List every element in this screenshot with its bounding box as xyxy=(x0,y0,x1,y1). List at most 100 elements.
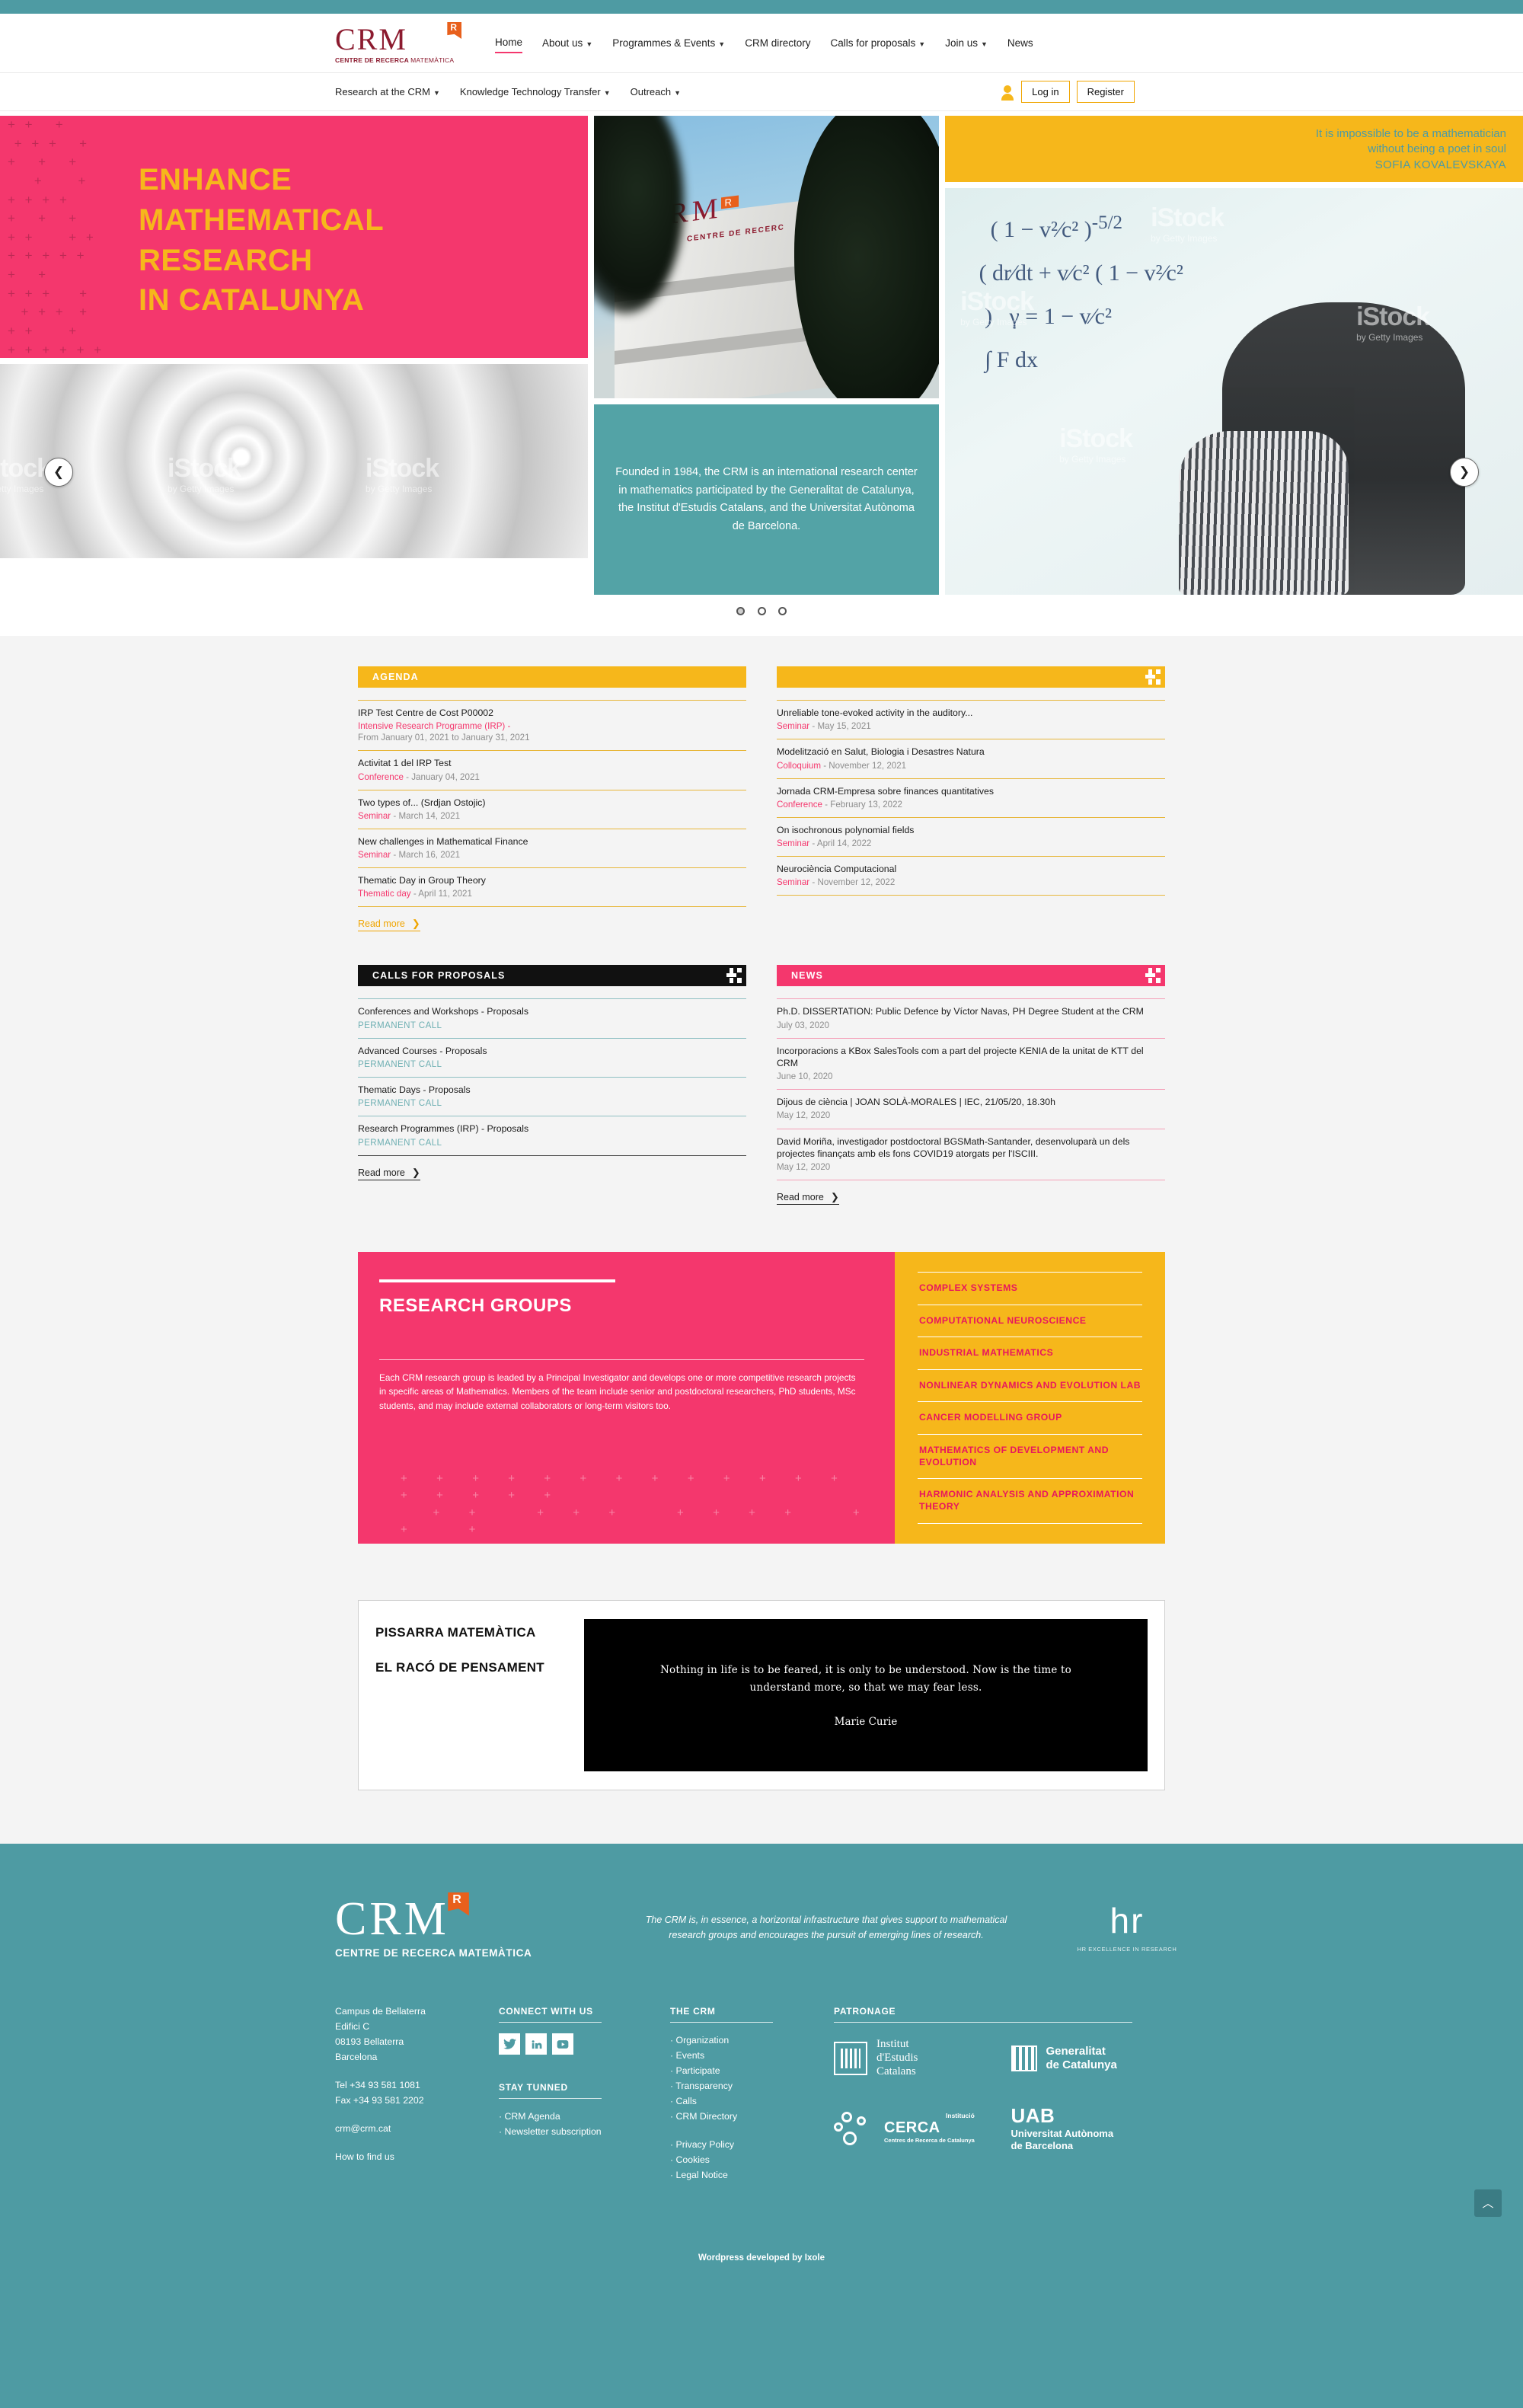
patron-generalitat-de-catalunya[interactable]: Generalitat de Catalunya xyxy=(1011,2038,1189,2078)
agenda-header: AGENDA xyxy=(358,666,746,688)
logo-subtitle: CENTRE DE RECERCA MATEMÀTICA xyxy=(335,56,465,64)
news-item-date: June 10, 2020 xyxy=(777,1071,833,1082)
agenda-item[interactable]: IRP Test Centre de Cost P00002 Intensive… xyxy=(358,700,746,750)
agenda-item-meta: Seminar - November 12, 2022 xyxy=(777,877,1165,888)
footer-how-to-find-us-link[interactable]: How to find us xyxy=(335,2150,499,2165)
footer-link-privacy-policy[interactable]: Privacy Policy xyxy=(670,2138,834,2153)
plus-decoration-icon xyxy=(1145,968,1161,984)
research-group-item[interactable]: HARMONIC ANALYSIS AND APPROXIMATION THEO… xyxy=(918,1478,1142,1524)
nav-item-research-at-the-crm[interactable]: Research at the CRM ▼ xyxy=(335,83,440,101)
nav-item-home[interactable]: Home xyxy=(495,34,523,53)
pissarra-heading-2: EL RACÓ DE PENSAMENT xyxy=(375,1660,544,1675)
patron-name-line: de Catalunya xyxy=(1046,2058,1117,2071)
agenda-item[interactable]: Activitat 1 del IRP Test Conference - Ja… xyxy=(358,750,746,789)
agenda-item[interactable]: Unreliable tone-evoked activity in the a… xyxy=(777,700,1165,739)
site-logo[interactable]: CRM R CENTRE DE RECERCA MATEMÀTICA xyxy=(335,22,465,64)
news-item-date: May 12, 2020 xyxy=(777,1110,831,1121)
nav-item-knowledge-technology-transfer[interactable]: Knowledge Technology Transfer ▼ xyxy=(460,83,611,101)
news-item[interactable]: David Moriña, investigador postdoctoral … xyxy=(777,1128,1165,1181)
iec-shield-icon xyxy=(834,2041,867,2075)
agenda-item[interactable]: New challenges in Mathematical Finance S… xyxy=(358,828,746,867)
carousel-dot-3[interactable] xyxy=(777,607,787,615)
tree-foreground xyxy=(793,116,940,399)
news-item[interactable]: Ph.D. DISSERTATION: Public Defence by Ví… xyxy=(777,998,1165,1037)
research-group-item[interactable]: COMPLEX SYSTEMS xyxy=(918,1272,1142,1305)
social-links xyxy=(499,2033,670,2055)
research-group-item[interactable]: NONLINEAR DYNAMICS AND EVOLUTION LAB xyxy=(918,1368,1142,1402)
linkedin-icon[interactable] xyxy=(525,2033,547,2055)
agenda-item-type: Conference xyxy=(358,771,404,782)
nav-item-crm-directory[interactable]: CRM directory xyxy=(745,34,810,53)
nav-item-outreach[interactable]: Outreach ▼ xyxy=(631,83,681,101)
pissarra-quote: Nothing in life is to be feared, it is o… xyxy=(659,1663,1072,1694)
research-group-item[interactable]: CANCER MODELLING GROUP xyxy=(918,1401,1142,1434)
call-item[interactable]: Conferences and Workshops - Proposals PE… xyxy=(358,998,746,1037)
news-read-more-link[interactable]: Read more ❯ xyxy=(777,1191,839,1206)
nav-item-programmes-events[interactable]: Programmes & Events ▼ xyxy=(612,34,725,53)
watermark-subtext: by Getty Images xyxy=(168,484,235,494)
agenda-list-right: Unreliable tone-evoked activity in the a… xyxy=(777,700,1165,896)
footer-link-events[interactable]: Events xyxy=(670,2049,834,2064)
read-more-label: Read more xyxy=(777,1192,824,1203)
agenda-item[interactable]: Jornada CRM-Empresa sobre finances quant… xyxy=(777,778,1165,817)
login-button[interactable]: Log in xyxy=(1021,81,1070,103)
nav-label: Knowledge Technology Transfer xyxy=(459,85,601,97)
news-list: Ph.D. DISSERTATION: Public Defence by Ví… xyxy=(777,998,1165,1181)
agenda-item-type: Seminar xyxy=(777,721,810,732)
agenda-item[interactable]: On isochronous polynomial fields Seminar… xyxy=(777,816,1165,856)
carousel-dot-2[interactable] xyxy=(757,607,766,615)
agenda-item[interactable]: Neurociència Computacional Seminar - Nov… xyxy=(777,856,1165,896)
footer-link-crm-directory[interactable]: CRM Directory xyxy=(670,2109,834,2125)
scroll-to-top-button[interactable]: ︿ xyxy=(1474,2189,1502,2217)
youtube-icon[interactable] xyxy=(552,2033,573,2055)
footer-logo[interactable]: CRM R CENTRE DE RECERCA MATEMÀTICA xyxy=(335,1892,586,1959)
agenda-item-title: Two types of... (Srdjan Ostojic) xyxy=(358,797,486,808)
carousel-prev-button[interactable]: ❮ xyxy=(44,458,73,487)
footer-credit: Wordpress developed by Ixole xyxy=(698,2253,825,2263)
news-header: NEWS xyxy=(777,965,1165,987)
nav-item-join-us[interactable]: Join us ▼ xyxy=(945,34,988,53)
agenda-section: AGENDA IRP Test Centre de Cost P00002 In… xyxy=(358,666,1165,932)
call-item[interactable]: Thematic Days - Proposals PERMANENT CALL xyxy=(358,1077,746,1116)
footer-link-participate[interactable]: Participate xyxy=(670,2064,834,2079)
research-group-item[interactable]: MATHEMATICS OF DEVELOPMENT AND EVOLUTION xyxy=(918,1434,1142,1478)
patron-institut-estudis-catalans[interactable]: Institut d'Estudis Catalans xyxy=(834,2038,1011,2078)
patron-uab[interactable]: UAB Universitat Autònoma de Barcelona xyxy=(1011,2104,1189,2151)
footer-email[interactable]: crm@crm.cat xyxy=(335,2122,499,2137)
agenda-item[interactable]: Thematic Day in Group Theory Thematic da… xyxy=(358,867,746,908)
footer-link-crm-agenda[interactable]: CRM Agenda xyxy=(499,2109,670,2125)
call-item-title: Thematic Days - Proposals xyxy=(358,1084,471,1096)
agenda-item[interactable]: Two types of... (Srdjan Ostojic) Seminar… xyxy=(358,789,746,829)
carousel-next-button[interactable]: ❯ xyxy=(1450,458,1479,487)
agenda-item[interactable]: Modelització en Salut, Biologia i Desast… xyxy=(777,739,1165,778)
hero-column-left: + + + + + + + + + + + + + + + + + + + + … xyxy=(0,116,588,595)
agenda-item-title: Activitat 1 del IRP Test xyxy=(358,758,452,769)
watermark-istock: iStock by Getty Images xyxy=(168,454,241,494)
register-button[interactable]: Register xyxy=(1076,81,1135,103)
footer-link-transparency[interactable]: Transparency xyxy=(670,2079,834,2094)
hero-column-right: It is impossible to be a mathematician w… xyxy=(945,116,1523,595)
nav-item-about-us[interactable]: About us ▼ xyxy=(542,34,592,53)
footer-link-organization[interactable]: Organization xyxy=(670,2033,834,2049)
nav-item-calls-for-proposals[interactable]: Calls for proposals ▼ xyxy=(830,34,925,53)
footer-link-newsletter[interactable]: Newsletter subscription xyxy=(499,2125,670,2140)
footer-link-calls[interactable]: Calls xyxy=(670,2094,834,2109)
research-group-item[interactable]: INDUSTRIAL MATHEMATICS xyxy=(918,1337,1142,1369)
carousel-dot-1[interactable] xyxy=(736,607,746,615)
footer-link-legal-notice[interactable]: Legal Notice xyxy=(670,2168,834,2183)
patron-cerca[interactable]: Institució CERCA Centres de Recerca de C… xyxy=(834,2104,1011,2151)
news-item[interactable]: Incorporacions a KBox SalesTools com a p… xyxy=(777,1037,1165,1090)
agenda-item-title: Modelització en Salut, Biologia i Desast… xyxy=(777,746,985,758)
research-group-item[interactable]: COMPUTATIONAL NEUROSCIENCE xyxy=(918,1304,1142,1337)
watermark-subtext: by Getty Images xyxy=(366,484,433,494)
twitter-icon[interactable] xyxy=(499,2033,520,2055)
nav-item-news[interactable]: News xyxy=(1007,34,1033,53)
calls-read-more-link[interactable]: Read more ❯ xyxy=(358,1167,420,1180)
footer-stay-tunned-title: STAY TUNNED xyxy=(499,2082,602,2100)
news-item[interactable]: Dijous de ciència | JOAN SOLÀ-MORALES | … xyxy=(777,1089,1165,1128)
hero-quote-tile: It is impossible to be a mathematician w… xyxy=(945,116,1523,183)
agenda-read-more-link[interactable]: Read more ❯ xyxy=(358,918,420,932)
footer-link-cookies[interactable]: Cookies xyxy=(670,2153,834,2168)
call-item[interactable]: Research Programmes (IRP) - Proposals PE… xyxy=(358,1116,746,1156)
call-item[interactable]: Advanced Courses - Proposals PERMANENT C… xyxy=(358,1037,746,1077)
